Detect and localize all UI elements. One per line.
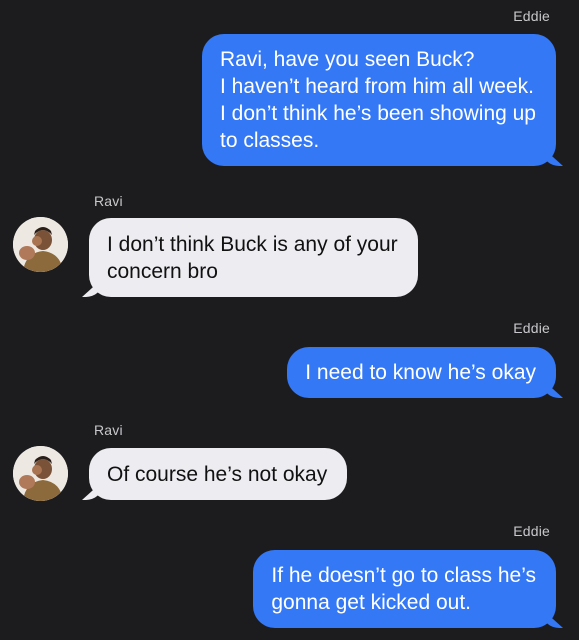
sender-name-ravi: Ravi (94, 422, 123, 438)
message-text: concern bro (107, 260, 218, 283)
message-text: I haven’t heard from him all week. (219, 75, 534, 98)
outgoing-message-bubble[interactable]: Ravi, have you seen Buck? I haven’t hear… (201, 34, 556, 166)
sender-name-eddie: Eddie (513, 320, 550, 336)
message-text: to classes. (219, 129, 320, 152)
message-text: I don’t think he’s been showing up (219, 102, 536, 125)
message-text: I don’t think Buck is any of your (107, 233, 398, 256)
message-text: I need to know he’s okay (305, 361, 536, 384)
outgoing-message-bubble[interactable]: If he doesn’t go to class he’s gonna get… (253, 550, 556, 628)
outgoing-message-bubble[interactable]: I need to know he’s okay (287, 347, 556, 398)
sender-name-eddie: Eddie (513, 523, 550, 539)
message-text: Ravi, have you seen Buck? (219, 48, 475, 71)
contact-photo-icon (13, 217, 68, 272)
avatar[interactable] (13, 217, 68, 272)
avatar[interactable] (13, 446, 68, 501)
message-text: gonna get kicked out. (271, 591, 472, 614)
incoming-message-bubble[interactable]: I don’t think Buck is any of your concer… (89, 218, 418, 297)
sender-name-eddie: Eddie (513, 8, 550, 24)
message-text: If he doesn’t go to class he’s (271, 564, 536, 587)
sender-name-ravi: Ravi (94, 193, 123, 209)
contact-photo-icon (13, 446, 68, 501)
message-text: Of course he’s not okay (107, 463, 328, 486)
incoming-message-bubble[interactable]: Of course he’s not okay (89, 448, 348, 500)
